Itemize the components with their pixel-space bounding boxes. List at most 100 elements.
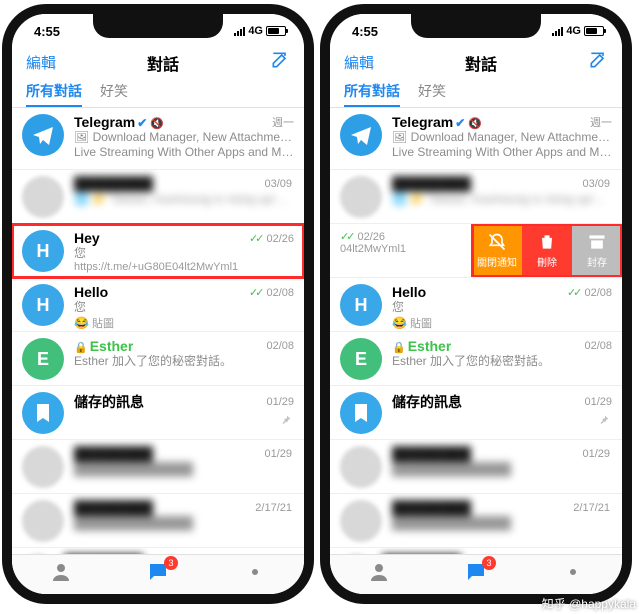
chat-date: 01/29 [264, 448, 292, 460]
chat-date: 週一 [272, 114, 294, 130]
tab-settings[interactable] [561, 560, 585, 589]
swipe-actions: 關閉通知 刪除 封存 [472, 224, 622, 277]
chat-row-blurred-3[interactable]: ██████████████████████ 2/17/21 [330, 494, 622, 548]
chat-row-saved[interactable]: 儲存的訊息 01/29 [330, 386, 622, 440]
chat-date: 01/29 [582, 448, 610, 460]
phone-left: 4:55 4G 編輯 對話 所有對話 好笑 [2, 4, 314, 604]
lock-icon: 🔒 [392, 342, 406, 354]
chat-date: 01/29 [266, 396, 294, 408]
pin-icon [598, 413, 610, 431]
read-checks-icon: ✓✓ [249, 287, 261, 299]
avatar-saved [340, 392, 382, 434]
chat-date: 2/17/21 [255, 502, 292, 514]
chat-row-telegram[interactable]: Telegram✔🔇 週一 🖼 Download Manager, New At… [12, 108, 304, 170]
chat-date: 02/26 [358, 231, 386, 243]
chat-date: 02/08 [584, 287, 612, 299]
phone-right: 4:55 4G 編輯 對話 所有對話 好笑 [320, 4, 632, 604]
chat-list[interactable]: Telegram✔🔇 週一 🖼 Download Manager, New At… [330, 108, 622, 578]
chat-row-blurred-2[interactable]: ██████████████████████ 01/29 [12, 440, 304, 494]
chat-name: Esther [90, 338, 134, 354]
edit-button[interactable]: 編輯 [26, 52, 56, 73]
chat-row-saved[interactable]: 儲存的訊息 01/29 [12, 386, 304, 440]
nav-bar: 編輯 對話 [12, 48, 304, 79]
chat-row-hey-swiped[interactable]: ✓✓ 02/26 04lt2MwYml1 關閉通知 刪除 [330, 224, 622, 278]
avatar [22, 500, 64, 542]
folder-tabs: 所有對話 好笑 [330, 79, 622, 107]
lock-icon: 🔒 [74, 342, 88, 354]
tab-bar: 3 [12, 554, 304, 594]
notch [93, 14, 223, 38]
tab-bar: 3 [330, 554, 622, 594]
watermark: 知乎 @happykala [542, 595, 636, 612]
chat-date: 02/08 [266, 340, 294, 352]
tab-settings[interactable] [243, 560, 267, 589]
avatar-telegram [340, 114, 382, 156]
folder-tabs: 所有對話 好笑 [12, 79, 304, 107]
edit-button[interactable]: 編輯 [344, 52, 374, 73]
network-label: 4G [566, 25, 581, 37]
chat-date: 02/26 [266, 233, 294, 245]
compose-button[interactable] [270, 50, 290, 75]
network-label: 4G [248, 25, 263, 37]
chat-date: 週一 [590, 114, 612, 130]
chat-date: 2/17/21 [573, 502, 610, 514]
avatar [22, 176, 64, 218]
chats-badge: 3 [482, 556, 496, 570]
chat-name: Telegram [392, 114, 453, 130]
avatar [22, 446, 64, 488]
chat-date: 03/09 [582, 178, 610, 190]
swipe-delete-button[interactable]: 刪除 [522, 224, 572, 277]
chat-name: Esther [408, 338, 452, 354]
tab-contacts[interactable] [367, 560, 391, 589]
muted-icon: 🔇 [150, 118, 164, 130]
battery-icon [266, 26, 286, 36]
tab-chats[interactable]: 3 [464, 560, 488, 589]
chat-row-blurred-2[interactable]: ██████████████████████ 01/29 [330, 440, 622, 494]
tab-funny[interactable]: 好笑 [418, 81, 446, 107]
status-time: 4:55 [352, 24, 378, 39]
chat-date: 02/08 [266, 287, 294, 299]
chat-row-hello[interactable]: H Hello ✓✓ 02/08 您 😂 貼圖 [330, 278, 622, 332]
avatar: E [340, 338, 382, 380]
chat-name: Hey [74, 230, 100, 246]
compose-button[interactable] [588, 50, 608, 75]
chats-badge: 3 [164, 556, 178, 570]
avatar [340, 176, 382, 218]
read-checks-icon: ✓✓ [567, 287, 579, 299]
chat-date: 03/09 [264, 178, 292, 190]
swipe-archive-button[interactable]: 封存 [572, 224, 622, 277]
avatar [340, 500, 382, 542]
chat-date: 01/29 [584, 396, 612, 408]
chat-date: 02/08 [584, 340, 612, 352]
muted-icon: 🔇 [468, 118, 482, 130]
tab-chats[interactable]: 3 [146, 560, 170, 589]
chat-row-blurred-3[interactable]: ██████████████████████ 2/17/21 [12, 494, 304, 548]
avatar-telegram [22, 114, 64, 156]
tab-all[interactable]: 所有對話 [344, 81, 400, 107]
chat-list[interactable]: Telegram✔🔇 週一 🖼 Download Manager, New At… [12, 108, 304, 578]
page-title: 對話 [465, 51, 497, 75]
chat-row-hey[interactable]: H Hey ✓✓ 02/26 您 https://t.me/+uG80E04lt… [12, 224, 304, 278]
chat-row-blurred-1[interactable]: ████████ 🌐 👉 Taiwan, Kaohsiung is rising… [330, 170, 622, 224]
chat-name: 儲存的訊息 [392, 392, 462, 412]
verified-icon: ✔ [137, 116, 147, 130]
swipe-mute-button[interactable]: 關閉通知 [472, 224, 522, 277]
chat-row-telegram[interactable]: Telegram✔🔇 週一 🖼 Download Manager, New At… [330, 108, 622, 170]
status-time: 4:55 [34, 24, 60, 39]
avatar-saved [22, 392, 64, 434]
verified-icon: ✔ [455, 116, 465, 130]
chat-name: Hello [74, 284, 108, 300]
avatar: H [22, 230, 64, 272]
chat-name: 儲存的訊息 [74, 392, 144, 412]
notch [411, 14, 541, 38]
tab-contacts[interactable] [49, 560, 73, 589]
tab-all[interactable]: 所有對話 [26, 81, 82, 107]
avatar: H [340, 284, 382, 326]
chat-row-hello[interactable]: H Hello ✓✓ 02/08 您 😂 貼圖 [12, 278, 304, 332]
page-title: 對話 [147, 51, 179, 75]
chat-row-blurred-1[interactable]: ████████ 🌐 👉 Taiwan, Kaohsiung is rising… [12, 170, 304, 224]
chat-row-esther[interactable]: E 🔒Esther 02/08 Esther 加入了您的秘密對話。 [330, 332, 622, 386]
tab-funny[interactable]: 好笑 [100, 81, 128, 107]
chat-row-esther[interactable]: E 🔒Esther 02/08 Esther 加入了您的秘密對話。 [12, 332, 304, 386]
avatar: H [22, 284, 64, 326]
